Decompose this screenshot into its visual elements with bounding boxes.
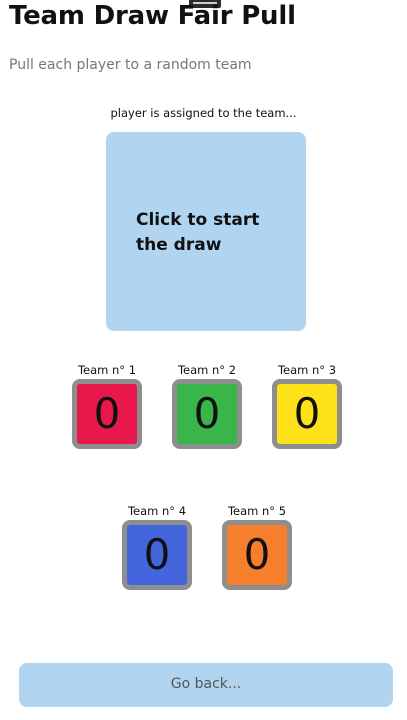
team-label: Team n° 4 xyxy=(127,504,187,518)
team-tile: 0 xyxy=(222,520,292,590)
team-card-3: Team n° 3 0 xyxy=(267,362,347,449)
team-tile: 0 xyxy=(122,520,192,590)
team-card-4: Team n° 4 0 xyxy=(117,503,197,590)
team-card-1: Team n° 1 0 xyxy=(67,362,147,449)
page-subtitle: Pull each player to a random team xyxy=(9,57,252,73)
team-count: 0 xyxy=(143,530,171,579)
team-tile: 0 xyxy=(172,379,242,449)
team-tile: 0 xyxy=(272,379,342,449)
team-label: Team n° 1 xyxy=(77,363,137,377)
start-draw-button[interactable]: Click to start the draw xyxy=(106,132,306,331)
team-tile: 0 xyxy=(72,379,142,449)
team-count: 0 xyxy=(293,389,321,438)
team-card-5: Team n° 5 0 xyxy=(217,503,297,590)
team-count: 0 xyxy=(193,389,221,438)
team-label: Team n° 5 xyxy=(227,504,287,518)
team-label: Team n° 3 xyxy=(277,363,337,377)
team-count: 0 xyxy=(243,530,271,579)
go-back-button[interactable]: Go back... xyxy=(19,663,393,707)
go-back-label: Go back... xyxy=(170,676,242,692)
assignment-label: player is assigned to the team... xyxy=(110,106,297,120)
team-label: Team n° 2 xyxy=(177,363,237,377)
page-title: Team Draw Fair Pull xyxy=(9,1,296,31)
team-count: 0 xyxy=(93,389,121,438)
page: Team Draw Fair Pull Pull each player to … xyxy=(0,0,407,720)
start-draw-label: Click to start the draw xyxy=(136,210,260,255)
team-card-2: Team n° 2 0 xyxy=(167,362,247,449)
